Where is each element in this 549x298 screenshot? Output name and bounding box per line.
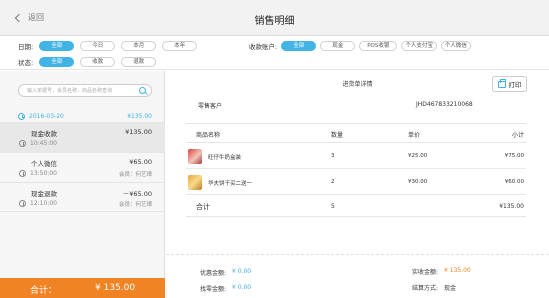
product-qty: 3 (331, 153, 335, 159)
status-filter-refund[interactable]: 退款 (121, 57, 157, 67)
column-header: 商品名称 (196, 132, 221, 139)
search-input[interactable] (27, 86, 137, 95)
date-filter-row: 日期: 全部 今日 本月 本年 (18, 41, 198, 51)
product-name: 旺仔牛奶盒装 (208, 155, 242, 161)
payment-summary: 优惠金额: ¥ 0.00 找零金额: ¥ 0.00 实收金额: ¥ 135.00… (166, 254, 549, 298)
date-filter-year[interactable]: 本年 (162, 41, 198, 51)
footer-label: 合计 (196, 203, 210, 211)
discount-line: 优惠金额: ¥ 0.00 (200, 268, 251, 277)
column-header: 单价 (408, 132, 421, 139)
item-type: 个人微信 (31, 160, 57, 168)
method-line: 结算方式: 现金 (412, 283, 456, 292)
item-time: 12:10:00 (19, 200, 57, 207)
column-header: 数量 (331, 132, 344, 139)
method-label: 结算方式: (412, 285, 439, 292)
received-value: ¥ 135.00 (444, 267, 471, 274)
items-table: 商品名称 数量 单价 小计 旺仔牛奶盒装 3 ¥25.00 ¥75.00 华夫饼… (186, 123, 526, 217)
account-filter-cash[interactable]: 现金 (320, 41, 356, 51)
discount-value: ¥ 0.00 (232, 268, 252, 275)
item-amount: ¥65.00 (129, 158, 152, 166)
date-filter-today[interactable]: 今日 (80, 41, 116, 51)
received-label: 实收金额: (412, 269, 439, 276)
date-group-total: ¥135.00 (127, 112, 152, 120)
product-thumbnail (188, 175, 202, 190)
search-box (18, 84, 152, 97)
item-time-value: 10:45:00 (30, 140, 57, 147)
change-label: 找零金额: (200, 286, 227, 293)
account-filter-row: 收款账户: 全部 现金 POS收银 个人支付宝 个人微信 (249, 41, 471, 51)
status-filter-label: 状态: (18, 59, 34, 67)
item-time-value: 12:10:00 (30, 200, 57, 207)
account-filter-all[interactable]: 全部 (281, 41, 317, 51)
status-filter-all[interactable]: 全部 (39, 57, 75, 67)
clock-icon (19, 200, 26, 207)
filter-bar: 日期: 全部 今日 本月 本年 状态: 全部 收款 退款 收款账户: 全部 现金… (0, 36, 549, 70)
footer-qty: 5 (331, 203, 335, 210)
print-label: 打印 (508, 81, 522, 89)
item-type: 现金退款 (31, 190, 57, 198)
customer-name: 零售客户 (198, 103, 223, 110)
total-label: 合计： (30, 286, 58, 296)
item-operator: 会员：何艺璋 (118, 202, 152, 208)
change-value: ¥ 0.00 (232, 284, 252, 291)
list-item[interactable]: 现金退款 －¥65.00 12:10:00 会员：何艺璋 (0, 182, 165, 212)
footer-subtotal: ¥135.00 (499, 203, 524, 210)
date-filter-all[interactable]: 全部 (39, 41, 75, 51)
printer-icon (497, 78, 506, 88)
date-filter-month[interactable]: 本月 (121, 41, 157, 51)
page-title: 销售明细 (254, 16, 295, 27)
table-row: 华夫饼干买二送一 2 ¥30.00 ¥60.00 (186, 169, 526, 195)
order-number: JHD467833210068 (416, 101, 473, 108)
date-group-label: 2016-03-20 (29, 112, 64, 120)
product-subtotal: ¥60.00 (504, 179, 524, 185)
clock-icon (18, 112, 25, 120)
status-filter-row: 状态: 全部 收款 退款 (18, 57, 157, 67)
account-filter-pos[interactable]: POS收银 (359, 41, 398, 51)
item-time: 10:45:00 (19, 140, 57, 147)
table-row: 旺仔牛奶盒装 3 ¥25.00 ¥75.00 (186, 143, 526, 169)
list-item[interactable]: 现金收款 ¥135.00 10:45:00 (0, 122, 165, 152)
product-subtotal: ¥75.00 (504, 153, 524, 159)
item-time-value: 13:50:00 (30, 170, 57, 177)
order-detail-panel: 进货单详情 打印 零售客户 JHD467833210068 商品名称 数量 单价… (166, 71, 549, 298)
date-filter-label: 日期: (18, 43, 34, 51)
search-icon[interactable] (139, 87, 146, 94)
account-filter-wechat[interactable]: 个人微信 (440, 41, 471, 51)
table-header: 商品名称 数量 单价 小计 (186, 123, 526, 143)
top-bar: 返回 销售明细 (0, 0, 549, 36)
account-filter-label: 收款账户: (249, 43, 278, 51)
list-total-bar: 合计： ¥ 135.00 (0, 278, 165, 298)
table-footer: 合计 5 ¥135.00 (186, 195, 526, 217)
product-qty: 2 (331, 179, 335, 185)
item-type: 现金收款 (31, 130, 57, 138)
clock-icon (19, 140, 26, 147)
discount-label: 优惠金额: (200, 270, 227, 277)
item-amount: －¥65.00 (122, 190, 152, 198)
account-filter-alipay[interactable]: 个人支付宝 (401, 41, 437, 51)
list-item[interactable]: 个人微信 ¥65.00 13:50:00 会员：何艺璋 (0, 152, 165, 182)
column-header: 小计 (511, 132, 524, 139)
received-line: 实收金额: ¥ 135.00 (412, 267, 471, 276)
total-value: ¥ 135.00 (95, 283, 136, 293)
item-time: 13:50:00 (19, 170, 57, 177)
clock-icon (19, 170, 26, 177)
product-thumbnail (188, 149, 202, 164)
item-operator: 会员：何艺璋 (118, 172, 152, 178)
print-button[interactable]: 打印 (492, 76, 527, 92)
product-name: 华夫饼干买二送一 (208, 181, 253, 187)
transaction-list-panel: 2016-03-20 ¥135.00 现金收款 ¥135.00 10:45:00… (0, 71, 165, 298)
status-filter-receive[interactable]: 收款 (80, 57, 116, 67)
method-value: 现金 (444, 285, 457, 292)
date-group-date: 2016-03-20 (18, 112, 64, 120)
product-price: ¥30.00 (408, 179, 428, 185)
product-price: ¥25.00 (408, 153, 428, 159)
date-group-header[interactable]: 2016-03-20 ¥135.00 (18, 111, 152, 121)
item-amount: ¥135.00 (125, 128, 152, 136)
change-line: 找零金额: ¥ 0.00 (200, 284, 251, 293)
